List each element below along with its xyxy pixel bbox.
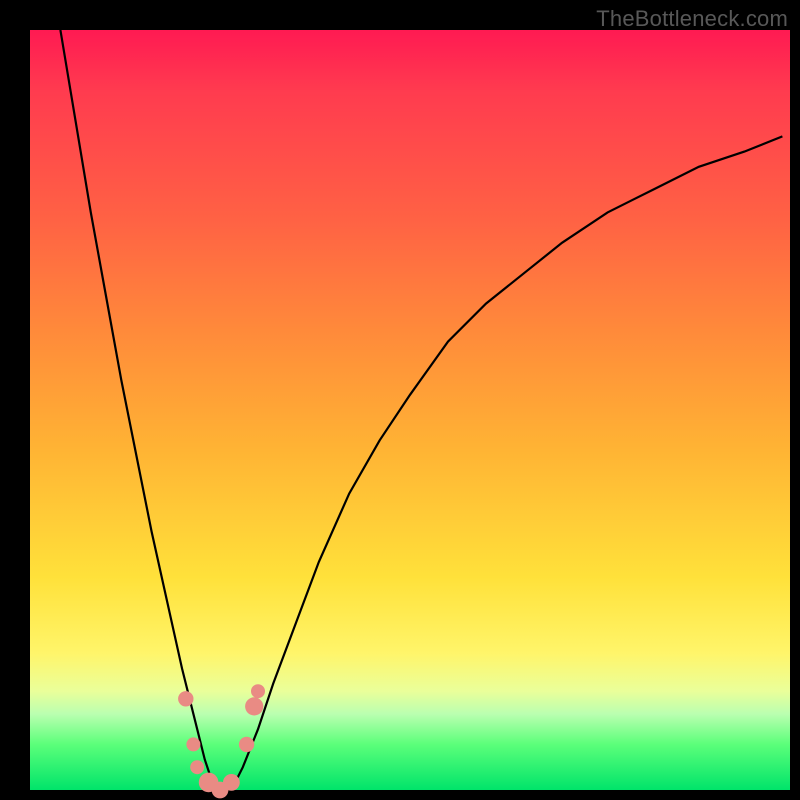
data-marker	[239, 737, 254, 752]
watermark-text: TheBottleneck.com	[596, 6, 788, 32]
plot-area	[30, 30, 790, 790]
data-marker	[186, 737, 200, 751]
data-marker	[245, 697, 263, 715]
data-marker	[190, 760, 204, 774]
chart-frame: TheBottleneck.com	[0, 0, 800, 800]
data-marker	[178, 691, 193, 706]
data-marker	[223, 774, 240, 791]
data-marker	[251, 684, 265, 698]
bottleneck-curve	[30, 30, 790, 790]
